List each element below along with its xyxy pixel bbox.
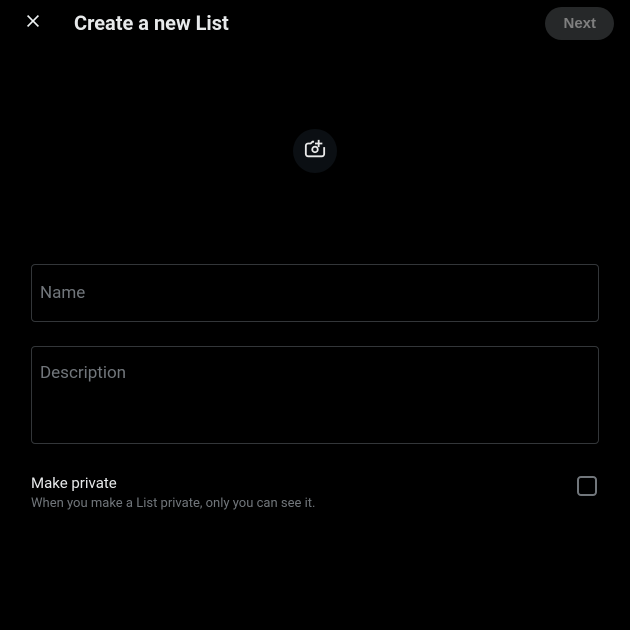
modal-title: Create a new List: [74, 11, 545, 35]
description-label: Description: [40, 363, 126, 383]
form-area: Name Description Make private When you m…: [0, 256, 630, 517]
make-private-toggle[interactable]: Make private When you make a List privat…: [31, 468, 599, 517]
cover-image-area: [0, 46, 630, 256]
close-icon: [23, 11, 43, 35]
modal-header: Create a new List Next: [0, 0, 630, 46]
next-button[interactable]: Next: [545, 7, 614, 40]
privacy-checkbox[interactable]: [577, 476, 597, 496]
description-input[interactable]: Description: [31, 346, 599, 444]
add-photo-button[interactable]: [293, 129, 337, 173]
name-input[interactable]: Name: [31, 264, 599, 322]
name-label: Name: [40, 283, 85, 303]
privacy-subtitle: When you make a List private, only you c…: [31, 496, 577, 511]
privacy-title: Make private: [31, 474, 577, 492]
camera-plus-icon: [304, 138, 326, 164]
close-button[interactable]: [16, 6, 50, 40]
